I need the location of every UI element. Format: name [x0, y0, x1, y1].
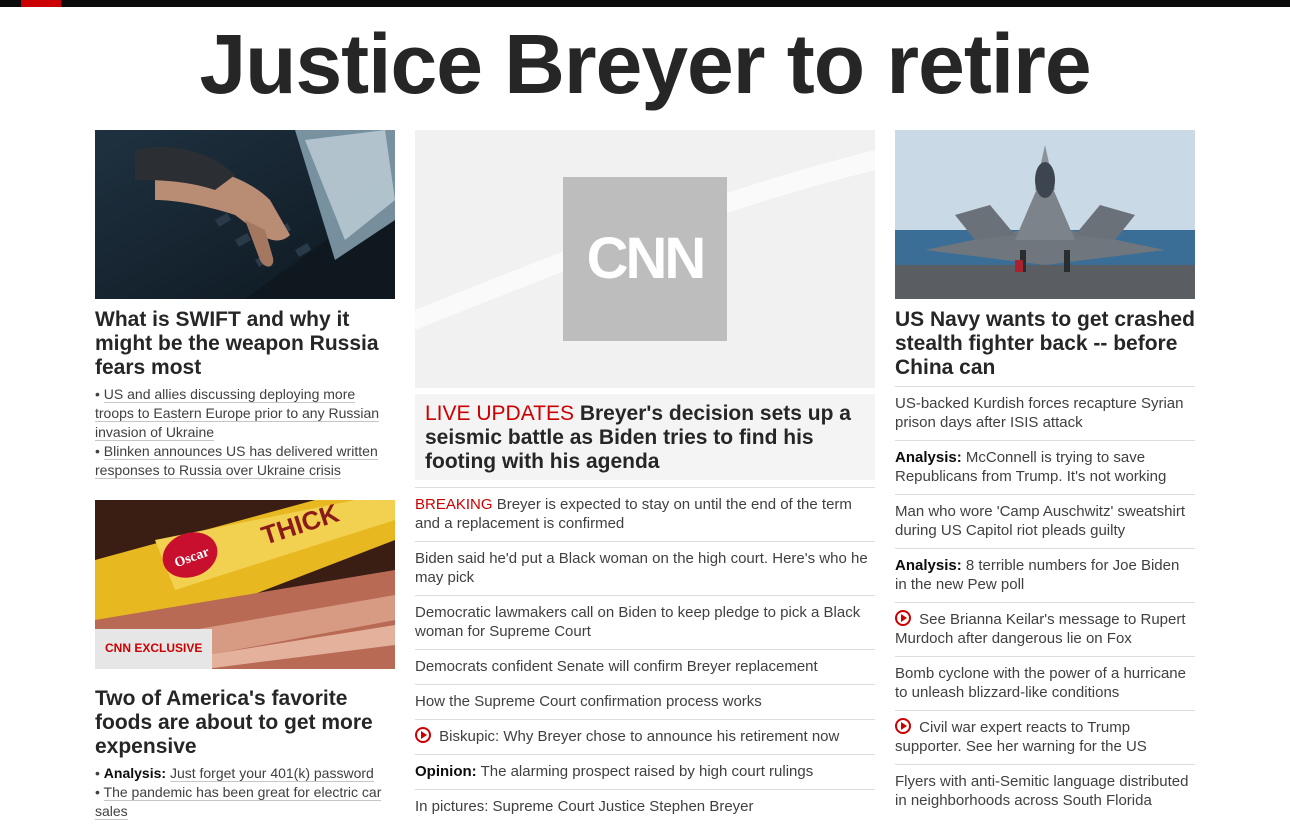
- list-item-text[interactable]: Biskupic: Why Breyer chose to announce h…: [439, 728, 839, 745]
- analysis-label: Analysis:: [895, 449, 962, 466]
- navy-story-title[interactable]: US Navy wants to get crashed stealth fig…: [895, 308, 1195, 386]
- list-item-text[interactable]: US-backed Kurdish forces recapture Syria…: [895, 395, 1183, 431]
- bacon-image[interactable]: Oscar THICK CNN EXCLUSIVE: [95, 500, 395, 669]
- list-item[interactable]: See Brianna Keilar's message to Rupert M…: [895, 602, 1195, 656]
- list-item-text[interactable]: Bomb cyclone with the power of a hurrica…: [895, 665, 1186, 701]
- list-item[interactable]: In pictures: Supreme Court Justice Steph…: [415, 789, 875, 824]
- swift-story-title[interactable]: What is SWIFT and why it might be the we…: [95, 308, 395, 380]
- left-column: What is SWIFT and why it might be the we…: [95, 130, 395, 820]
- related-link[interactable]: • The pandemic has been great for electr…: [95, 783, 395, 821]
- cnn-logo-text: CNN: [586, 226, 707, 291]
- live-updates-tag: LIVE UPDATES: [425, 402, 574, 425]
- related-link-text[interactable]: Blinken announces US has delivered writt…: [95, 443, 378, 479]
- keyboard-photo: [95, 130, 395, 299]
- list-item[interactable]: Analysis: McConnell is trying to save Re…: [895, 440, 1195, 494]
- play-video-icon: [895, 718, 911, 734]
- opinion-label: Opinion:: [415, 763, 477, 780]
- food-related-links: • Analysis: Just forget your 401(k) pass…: [95, 764, 395, 821]
- list-item-text[interactable]: Democrats confident Senate will confirm …: [415, 658, 818, 675]
- list-item-text[interactable]: In pictures: Supreme Court Justice Steph…: [415, 798, 754, 815]
- play-video-icon: [415, 727, 431, 743]
- cnn-logo-tab[interactable]: [21, 0, 61, 7]
- list-item[interactable]: Opinion: The alarming prospect raised by…: [415, 754, 875, 789]
- list-item-text[interactable]: How the Supreme Court confirmation proce…: [415, 693, 762, 710]
- related-link[interactable]: • US and allies discussing deploying mor…: [95, 385, 395, 442]
- list-item-text[interactable]: Flyers with anti-Semitic language distri…: [895, 773, 1188, 809]
- headline-link[interactable]: Justice Breyer to retire: [199, 17, 1091, 111]
- cnn-logo: CNN: [563, 177, 727, 341]
- swift-related-links: • US and allies discussing deploying mor…: [95, 385, 395, 480]
- related-link-text[interactable]: The pandemic has been great for electric…: [95, 784, 382, 820]
- related-link-text[interactable]: US and allies discussing deploying more …: [95, 386, 380, 441]
- lead-story-list: BREAKING Breyer is expected to stay on u…: [415, 487, 875, 824]
- swift-keyboard-image[interactable]: [95, 130, 395, 299]
- list-item[interactable]: US-backed Kurdish forces recapture Syria…: [895, 386, 1195, 440]
- list-item[interactable]: BREAKING Breyer is expected to stay on u…: [415, 487, 875, 541]
- list-item[interactable]: Civil war expert reacts to Trump support…: [895, 710, 1195, 764]
- cnn-placeholder-image[interactable]: CNN: [415, 130, 875, 388]
- middle-column: CNN LIVE UPDATES Breyer's decision sets …: [415, 130, 875, 824]
- cnn-exclusive-badge: CNN EXCLUSIVE: [95, 629, 213, 669]
- analysis-label: Analysis:: [895, 557, 962, 574]
- list-item[interactable]: Man who wore 'Camp Auschwitz' sweatshirt…: [895, 494, 1195, 548]
- list-item[interactable]: Flyers with anti-Semitic language distri…: [895, 764, 1195, 818]
- fighter-jet-image[interactable]: [895, 130, 1195, 299]
- breaking-tag: BREAKING: [415, 496, 493, 513]
- analysis-label: Analysis:: [103, 765, 167, 781]
- list-item-text[interactable]: Man who wore 'Camp Auschwitz' sweatshirt…: [895, 503, 1185, 539]
- fighter-jet-photo: [895, 130, 1195, 299]
- food-prices-title[interactable]: Two of America's favorite foods are abou…: [95, 687, 395, 759]
- list-item-text[interactable]: See Brianna Keilar's message to Rupert M…: [895, 611, 1186, 647]
- related-link-text[interactable]: Just forget your 401(k) password: [169, 765, 374, 782]
- play-video-icon: [895, 610, 911, 626]
- lead-story-headline[interactable]: LIVE UPDATES Breyer's decision sets up a…: [415, 394, 875, 480]
- list-item-text[interactable]: The alarming prospect raised by high cou…: [481, 763, 814, 780]
- related-link[interactable]: • Analysis: Just forget your 401(k) pass…: [95, 764, 395, 783]
- list-item[interactable]: Democratic lawmakers call on Biden to ke…: [415, 595, 875, 649]
- food-prices-card: Two of America's favorite foods are abou…: [95, 678, 395, 821]
- list-item[interactable]: Democrats confident Senate will confirm …: [415, 649, 875, 684]
- right-column: US Navy wants to get crashed stealth fig…: [895, 130, 1195, 818]
- page-headline[interactable]: Justice Breyer to retire: [0, 14, 1290, 114]
- top-nav-bar: [0, 0, 1290, 7]
- list-item-text[interactable]: Biden said he'd put a Black woman on the…: [415, 550, 868, 586]
- right-story-list: US-backed Kurdish forces recapture Syria…: [895, 386, 1195, 818]
- list-item[interactable]: Biden said he'd put a Black woman on the…: [415, 541, 875, 595]
- list-item[interactable]: How the Supreme Court confirmation proce…: [415, 684, 875, 719]
- list-item-text[interactable]: Civil war expert reacts to Trump support…: [895, 719, 1147, 755]
- list-item[interactable]: Bomb cyclone with the power of a hurrica…: [895, 656, 1195, 710]
- related-link[interactable]: • Blinken announces US has delivered wri…: [95, 442, 395, 480]
- list-item[interactable]: Biskupic: Why Breyer chose to announce h…: [415, 719, 875, 754]
- list-item-text[interactable]: Democratic lawmakers call on Biden to ke…: [415, 604, 860, 640]
- list-item[interactable]: Analysis: 8 terrible numbers for Joe Bid…: [895, 548, 1195, 602]
